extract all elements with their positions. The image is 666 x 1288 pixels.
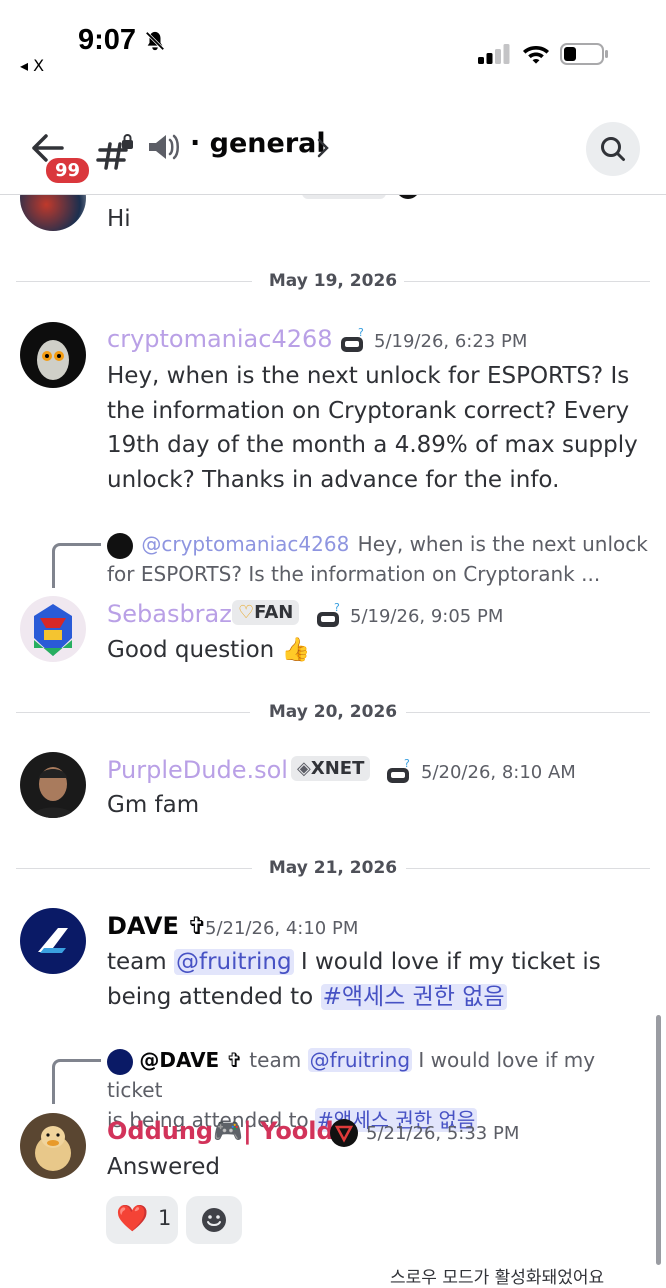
search-icon xyxy=(601,137,625,161)
avatar[interactable] xyxy=(20,596,86,662)
gamepad-emoji: 🎮 xyxy=(213,1117,244,1145)
unread-badge: 99 xyxy=(44,156,92,185)
avatar[interactable] xyxy=(20,195,86,231)
reaction-heart[interactable]: ❤️ 1 xyxy=(106,1196,178,1244)
timestamp: 5/20/26, 8:10 AM xyxy=(421,762,576,783)
clock: 9:07 xyxy=(78,24,137,56)
back-to-app-link[interactable]: ◂ X xyxy=(20,56,44,75)
user-mention[interactable]: @fruitring xyxy=(307,1048,413,1072)
channel-header: 99 · general xyxy=(0,110,666,195)
timestamp: 5/19/26, 9:05 PM xyxy=(350,606,504,627)
message-text: team @fruitring I would love if my ticke… xyxy=(107,949,601,1010)
avatar[interactable] xyxy=(20,322,86,388)
guild-tag[interactable]: ♡FAN xyxy=(232,600,300,625)
reply-connector xyxy=(52,543,101,588)
date-divider: May 21, 2026 xyxy=(16,858,650,878)
avatar[interactable] xyxy=(20,908,86,974)
reply-mention[interactable]: @cryptomaniac4268 xyxy=(139,532,351,556)
avatar-image xyxy=(38,928,68,953)
avatar-image xyxy=(34,604,72,656)
speaker-emoji-icon xyxy=(149,134,179,160)
svg-text:?: ? xyxy=(334,601,340,614)
reply-text: Hey, when is the next unlock xyxy=(351,532,648,556)
reply-avatar xyxy=(107,1048,133,1075)
reply-connector xyxy=(52,1059,101,1104)
timestamp: 5/21/26, 4:10 PM xyxy=(205,918,359,939)
username[interactable]: cryptomaniac4268 xyxy=(107,325,333,353)
diamond-tag-icon: ◈ xyxy=(297,758,311,779)
reaction-count: 1 xyxy=(158,1206,172,1230)
avatar-image xyxy=(30,767,76,818)
username[interactable]: Oddung🎮| Yooldo xyxy=(107,1117,350,1145)
heart-emoji: ❤️ xyxy=(116,1204,149,1234)
add-reaction-icon xyxy=(202,1208,226,1232)
svg-text:?: ? xyxy=(358,326,364,339)
reply-user[interactable]: @DAVE ✞ xyxy=(139,1048,243,1072)
role-shield-icon xyxy=(330,1119,358,1147)
avatar[interactable] xyxy=(20,1113,86,1179)
date-label: May 20, 2026 xyxy=(268,702,398,722)
guild-tag[interactable]: ◈XNET xyxy=(291,756,371,781)
username[interactable]: PurpleDude.sol xyxy=(107,756,288,784)
reply-preview[interactable]: @cryptomaniac4268 Hey, when is the next … xyxy=(107,529,652,589)
channel-mention[interactable]: #액세스 권한 없음 xyxy=(320,983,507,1010)
timestamp: 5/21/26, 5:33 PM xyxy=(366,1123,520,1144)
date-label: May 19, 2026 xyxy=(268,271,398,291)
message-list[interactable]: Hi May 19, 2026 cryptomaniac4268 ? 5/19/… xyxy=(0,195,666,1280)
chevron-right-icon[interactable] xyxy=(316,136,330,160)
search-button[interactable] xyxy=(586,122,640,176)
username[interactable]: Sebasbraz xyxy=(107,600,232,628)
avatar[interactable] xyxy=(20,752,86,818)
svg-text:?: ? xyxy=(404,757,410,770)
date-divider: May 20, 2026 xyxy=(16,702,650,722)
username[interactable]: DAVE ✞ xyxy=(107,912,207,940)
timestamp: 5/19/26, 6:23 PM xyxy=(374,331,528,352)
wifi-icon xyxy=(523,46,549,64)
date-divider: May 19, 2026 xyxy=(16,271,650,291)
locked-channel-hash-icon xyxy=(96,134,133,170)
sleeping-bot-icon: ? xyxy=(341,326,364,352)
locked-hash-icon: # xyxy=(322,983,342,1010)
user-mention[interactable]: @fruitring xyxy=(173,949,294,975)
add-reaction-button[interactable] xyxy=(186,1196,242,1244)
role-icon-partial xyxy=(396,195,420,199)
date-label: May 21, 2026 xyxy=(268,858,398,878)
message-text: Good question 👍 xyxy=(107,637,311,663)
channel-title[interactable]: · general xyxy=(190,128,326,159)
message-text: Answered xyxy=(107,1154,220,1180)
username-tag-partial xyxy=(302,195,386,199)
reply-text: for ESPORTS? Is the information on Crypt… xyxy=(107,562,601,586)
scrollbar[interactable] xyxy=(656,1015,661,1265)
sleeping-bot-icon: ? xyxy=(387,757,410,783)
message-text: Hi xyxy=(107,206,131,232)
heart-tag-icon: ♡ xyxy=(238,602,255,623)
avatar-image xyxy=(35,1126,71,1171)
slowmode-toast: 스로우 모드가 활성화돼었어요 xyxy=(390,1268,605,1288)
bell-muted-icon xyxy=(145,31,165,51)
sleeping-bot-icon: ? xyxy=(317,601,340,627)
cell-signal-icon xyxy=(478,44,510,64)
reply-avatar xyxy=(107,532,133,559)
status-bar: 9:07 ◂ X xyxy=(0,0,666,90)
message-text: Hey, when is the next unlock for ESPORTS… xyxy=(107,363,638,493)
battery-icon xyxy=(560,43,608,65)
message-text: Gm fam xyxy=(107,792,200,818)
avatar-image xyxy=(37,340,69,380)
